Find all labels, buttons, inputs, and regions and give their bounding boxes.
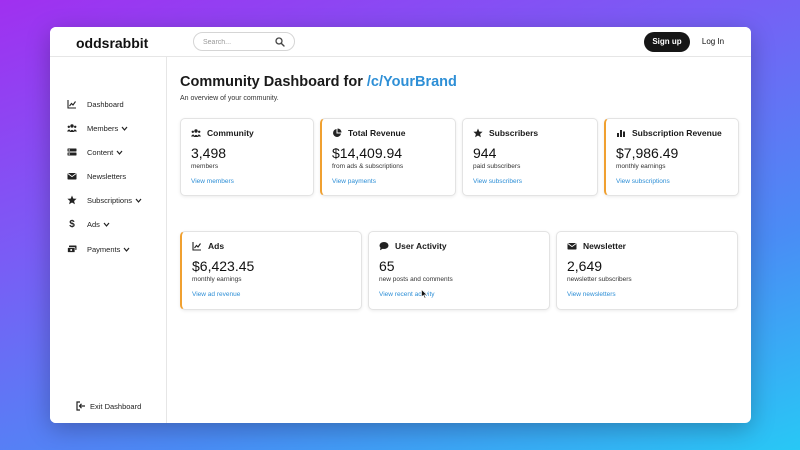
card-value: 65 — [379, 258, 395, 274]
pie-chart-icon — [332, 128, 342, 138]
view-subscribers-link[interactable]: View subscribers — [473, 178, 522, 185]
card-value: 3,498 — [191, 145, 227, 161]
chart-line-icon — [192, 241, 202, 251]
top-bar: oddsrabbit Sign up Log In — [50, 27, 751, 57]
subscription-revenue-card: Subscription Revenue $7,986.49 monthly e… — [604, 118, 739, 196]
card-title: Newsletter — [583, 241, 626, 251]
app-window: oddsrabbit Sign up Log In Dashboard Memb… — [50, 27, 751, 423]
card-description: monthly earnings — [192, 276, 242, 283]
card-description: members — [191, 163, 219, 170]
star-icon — [473, 128, 483, 138]
ads-card: Ads $6,423.45 monthly earnings View ad r… — [180, 231, 362, 310]
total-revenue-card: Total Revenue $14,409.94 from ads & subs… — [320, 118, 456, 196]
chevron-down-icon — [123, 247, 130, 252]
sidebar-item-ads[interactable]: $ Ads — [67, 217, 110, 231]
card-description: paid subscribers — [473, 163, 521, 170]
sidebar: Dashboard Members Content Newsletters Su… — [50, 57, 167, 423]
card-title: Total Revenue — [348, 128, 406, 138]
page-subtitle: An overview of your community. — [180, 95, 279, 102]
signup-button[interactable]: Sign up — [644, 32, 690, 52]
main-content: Community Dashboard for /c/YourBrand An … — [168, 57, 751, 423]
page-title: Community Dashboard for /c/YourBrand — [180, 74, 457, 90]
login-link[interactable]: Log In — [698, 32, 728, 52]
chart-line-icon — [67, 99, 77, 109]
user-activity-card: User Activity 65 new posts and comments … — [368, 231, 550, 310]
card-value: 2,649 — [567, 258, 603, 274]
sidebar-item-payments[interactable]: Payments — [67, 242, 130, 256]
bar-chart-icon — [616, 128, 626, 138]
envelope-icon — [567, 241, 577, 251]
exit-icon — [76, 401, 85, 411]
search-icon[interactable] — [275, 37, 285, 47]
content-icon — [67, 147, 77, 157]
view-members-link[interactable]: View members — [191, 178, 234, 185]
users-icon — [191, 128, 201, 138]
star-icon — [67, 195, 77, 205]
sidebar-item-label: Subscriptions — [87, 195, 133, 205]
sidebar-item-label: Members — [87, 123, 119, 133]
sidebar-item-subscriptions[interactable]: Subscriptions — [67, 193, 142, 207]
chevron-down-icon — [103, 222, 110, 227]
users-icon — [67, 123, 77, 133]
logo[interactable]: oddsrabbit — [76, 35, 148, 51]
page-title-prefix: Community Dashboard for — [180, 74, 367, 90]
card-value: $14,409.94 — [332, 145, 403, 161]
card-title: Subscribers — [489, 128, 539, 138]
sidebar-item-members[interactable]: Members — [67, 121, 128, 135]
sidebar-item-content[interactable]: Content — [67, 145, 123, 159]
card-description: new posts and comments — [379, 276, 453, 283]
view-subscriptions-link[interactable]: View subscriptions — [616, 178, 670, 185]
chevron-down-icon — [121, 126, 128, 131]
exit-dashboard-label: Exit Dashboard — [90, 401, 142, 411]
view-payments-link[interactable]: View payments — [332, 178, 376, 185]
view-ad-revenue-link[interactable]: View ad revenue — [192, 291, 240, 298]
dollar-icon: $ — [69, 218, 75, 230]
sidebar-item-label: Ads — [87, 219, 100, 229]
sidebar-item-label: Payments — [87, 244, 121, 254]
mouse-cursor-icon — [421, 289, 428, 299]
search-box[interactable] — [193, 32, 295, 51]
subscribers-card: Subscribers 944 paid subscribers View su… — [462, 118, 598, 196]
card-title: User Activity — [395, 241, 447, 251]
chevron-down-icon — [116, 150, 123, 155]
exit-dashboard-button[interactable]: Exit Dashboard — [76, 399, 141, 413]
chevron-down-icon — [135, 198, 142, 203]
card-description: newsletter subscribers — [567, 276, 632, 283]
money-icon — [67, 244, 77, 254]
card-value: $7,986.49 — [616, 145, 679, 161]
card-value: $6,423.45 — [192, 258, 255, 274]
brand-link[interactable]: /c/YourBrand — [367, 74, 457, 90]
card-title: Community — [207, 128, 254, 138]
sidebar-item-dashboard[interactable]: Dashboard — [67, 97, 124, 111]
card-description: monthly earnings — [616, 163, 666, 170]
card-title: Ads — [208, 241, 225, 251]
card-description: from ads & subscriptions — [332, 163, 404, 170]
envelope-icon — [67, 171, 77, 181]
search-input[interactable] — [203, 36, 273, 48]
card-value: 944 — [473, 145, 497, 161]
sidebar-item-label: Content — [87, 147, 114, 157]
newsletter-card: Newsletter 2,649 newsletter subscribers … — [556, 231, 738, 310]
sidebar-item-newsletters[interactable]: Newsletters — [67, 169, 126, 183]
comment-icon — [379, 241, 389, 251]
sidebar-item-label: Dashboard — [87, 99, 124, 109]
card-title: Subscription Revenue — [632, 128, 722, 138]
sidebar-item-label: Newsletters — [87, 171, 127, 181]
view-newsletters-link[interactable]: View newsletters — [567, 291, 616, 298]
community-card: Community 3,498 members View members — [180, 118, 314, 196]
